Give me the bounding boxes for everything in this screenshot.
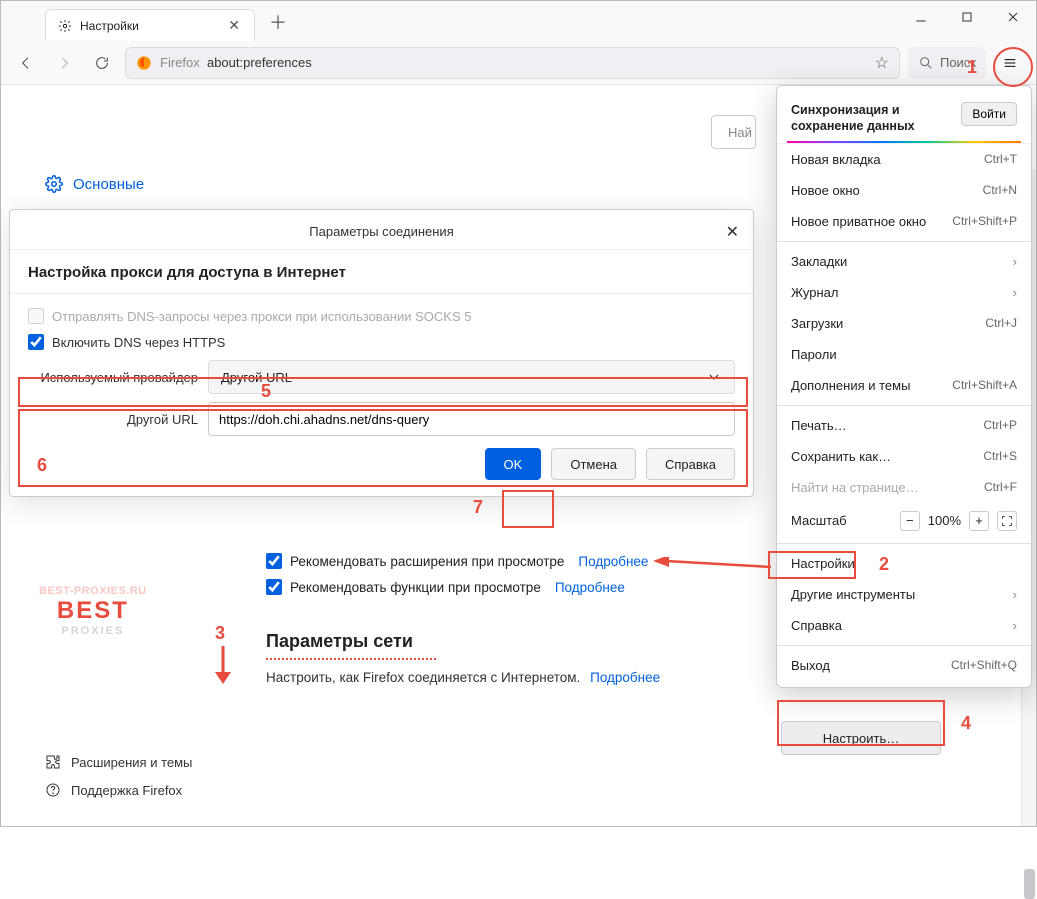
url-text: Firefox about:preferences (160, 55, 867, 70)
menu-settings[interactable]: Настройки (777, 548, 1031, 579)
menu-downloads[interactable]: ЗагрузкиCtrl+J (777, 308, 1031, 339)
bookmark-star-icon[interactable]: ☆ (875, 53, 889, 73)
chevron-down-icon (706, 369, 722, 385)
firefox-icon (136, 55, 152, 71)
socks-dns-checkbox (28, 308, 44, 324)
menu-addons[interactable]: Дополнения и темыCtrl+Shift+A (777, 370, 1031, 401)
chevron-right-icon: › (1013, 285, 1017, 300)
provider-label: Используемый провайдер (28, 370, 198, 385)
zoom-value: 100% (928, 513, 961, 528)
tab-title: Настройки (80, 19, 218, 33)
search-icon (918, 55, 934, 71)
support-link[interactable]: Поддержка Firefox (45, 782, 192, 798)
app-menu-button[interactable] (994, 47, 1026, 79)
browser-tab[interactable]: Настройки ✕ (45, 9, 255, 41)
recommend-fn-row[interactable]: Рекомендовать функции при просмотре Подр… (266, 579, 736, 595)
menu-find: Найти на странице…Ctrl+F (777, 472, 1031, 503)
custom-url-input[interactable] (208, 402, 735, 436)
zoom-in-button[interactable]: + (969, 511, 989, 531)
menu-sync: Синхронизация и сохранение данных Войти (777, 92, 1031, 144)
dialog-header: Параметры соединения ✕ (10, 210, 753, 250)
menu-zoom: Масштаб − 100% + (777, 503, 1031, 539)
help-button[interactable]: Справка (646, 448, 735, 480)
recommend-ext-checkbox[interactable] (266, 553, 282, 569)
ok-button[interactable]: OK (485, 448, 542, 480)
toolbar: Firefox about:preferences ☆ Поиск (1, 41, 1036, 85)
nav-general[interactable]: Основные (45, 169, 144, 199)
window-controls (898, 1, 1036, 33)
learn-more-link[interactable]: Подробнее (578, 554, 648, 569)
menu-new-private[interactable]: Новое приватное окноCtrl+Shift+P (777, 206, 1031, 237)
menu-history[interactable]: Журнал› (777, 277, 1031, 308)
question-icon (45, 782, 61, 798)
watermark: BEST-PROXIES.RU BEST PROXIES (39, 585, 147, 637)
socks-dns-checkbox-row: Отправлять DNS-запросы через прокси при … (28, 308, 735, 324)
close-icon[interactable]: ✕ (726, 222, 739, 242)
menu-saveas[interactable]: Сохранить как…Ctrl+S (777, 441, 1031, 472)
menu-new-tab[interactable]: Новая вкладкаCtrl+T (777, 144, 1031, 175)
new-tab-button[interactable]: ＋ (263, 3, 293, 41)
learn-more-link[interactable]: Подробнее (555, 580, 625, 595)
chevron-right-icon: › (1013, 254, 1017, 269)
dns-over-https-checkbox[interactable] (28, 334, 44, 350)
close-icon[interactable]: ✕ (226, 17, 242, 34)
chevron-right-icon: › (1013, 587, 1017, 602)
chevron-right-icon: › (1013, 618, 1017, 633)
close-window-button[interactable] (990, 1, 1036, 33)
dialog-heading: Настройка прокси для доступа в Интернет (28, 264, 735, 281)
login-button[interactable]: Войти (961, 102, 1017, 126)
extensions-link[interactable]: Расширения и темы (45, 754, 192, 770)
dialog-title: Параметры соединения (309, 224, 453, 239)
hamburger-icon (1002, 55, 1018, 71)
puzzle-icon (45, 754, 61, 770)
titlebar: Настройки ✕ ＋ (1, 1, 1036, 41)
toolbar-search[interactable]: Поиск (908, 47, 986, 79)
page-below: Рекомендовать расширения при просмотре П… (266, 543, 736, 685)
menu-help[interactable]: Справка› (777, 610, 1031, 641)
configure-button[interactable]: Настроить… (781, 721, 941, 755)
recommend-fn-checkbox[interactable] (266, 579, 282, 595)
gear-icon (58, 19, 72, 33)
minimize-button[interactable] (898, 1, 944, 33)
learn-more-link[interactable]: Подробнее (590, 670, 660, 685)
left-nav: Основные (45, 169, 144, 199)
url-bar[interactable]: Firefox about:preferences ☆ (125, 47, 900, 79)
network-desc: Настроить, как Firefox соединяется с Инт… (266, 670, 736, 685)
recommend-ext-row[interactable]: Рекомендовать расширения при просмотре П… (266, 553, 736, 569)
reload-button[interactable] (87, 48, 117, 78)
menu-exit[interactable]: ВыходCtrl+Shift+Q (777, 650, 1031, 681)
back-button[interactable] (11, 48, 41, 78)
menu-print[interactable]: Печать…Ctrl+P (777, 410, 1031, 441)
scroll-thumb[interactable] (1024, 869, 1035, 899)
menu-passwords[interactable]: Пароли (777, 339, 1031, 370)
fullscreen-button[interactable] (997, 511, 1017, 531)
gear-icon (45, 175, 63, 193)
heading-underline (266, 658, 436, 660)
app-menu: Синхронизация и сохранение данных Войти … (776, 85, 1032, 688)
forward-button[interactable] (49, 48, 79, 78)
connection-settings-dialog: Параметры соединения ✕ Настройка прокси … (9, 209, 754, 497)
maximize-button[interactable] (944, 1, 990, 33)
menu-more-tools[interactable]: Другие инструменты› (777, 579, 1031, 610)
menu-new-window[interactable]: Новое окноCtrl+N (777, 175, 1031, 206)
provider-select[interactable]: Другой URL (208, 360, 735, 394)
menu-bookmarks[interactable]: Закладки› (777, 246, 1031, 277)
network-heading: Параметры сети (266, 631, 736, 652)
custom-url-label: Другой URL (28, 412, 198, 427)
cancel-button[interactable]: Отмена (551, 448, 636, 480)
bottom-links: Расширения и темы Поддержка Firefox (45, 754, 192, 798)
prefs-search[interactable]: Най (711, 115, 756, 149)
dns-over-https-checkbox-row[interactable]: Включить DNS через HTTPS (28, 334, 735, 350)
zoom-out-button[interactable]: − (900, 511, 920, 531)
